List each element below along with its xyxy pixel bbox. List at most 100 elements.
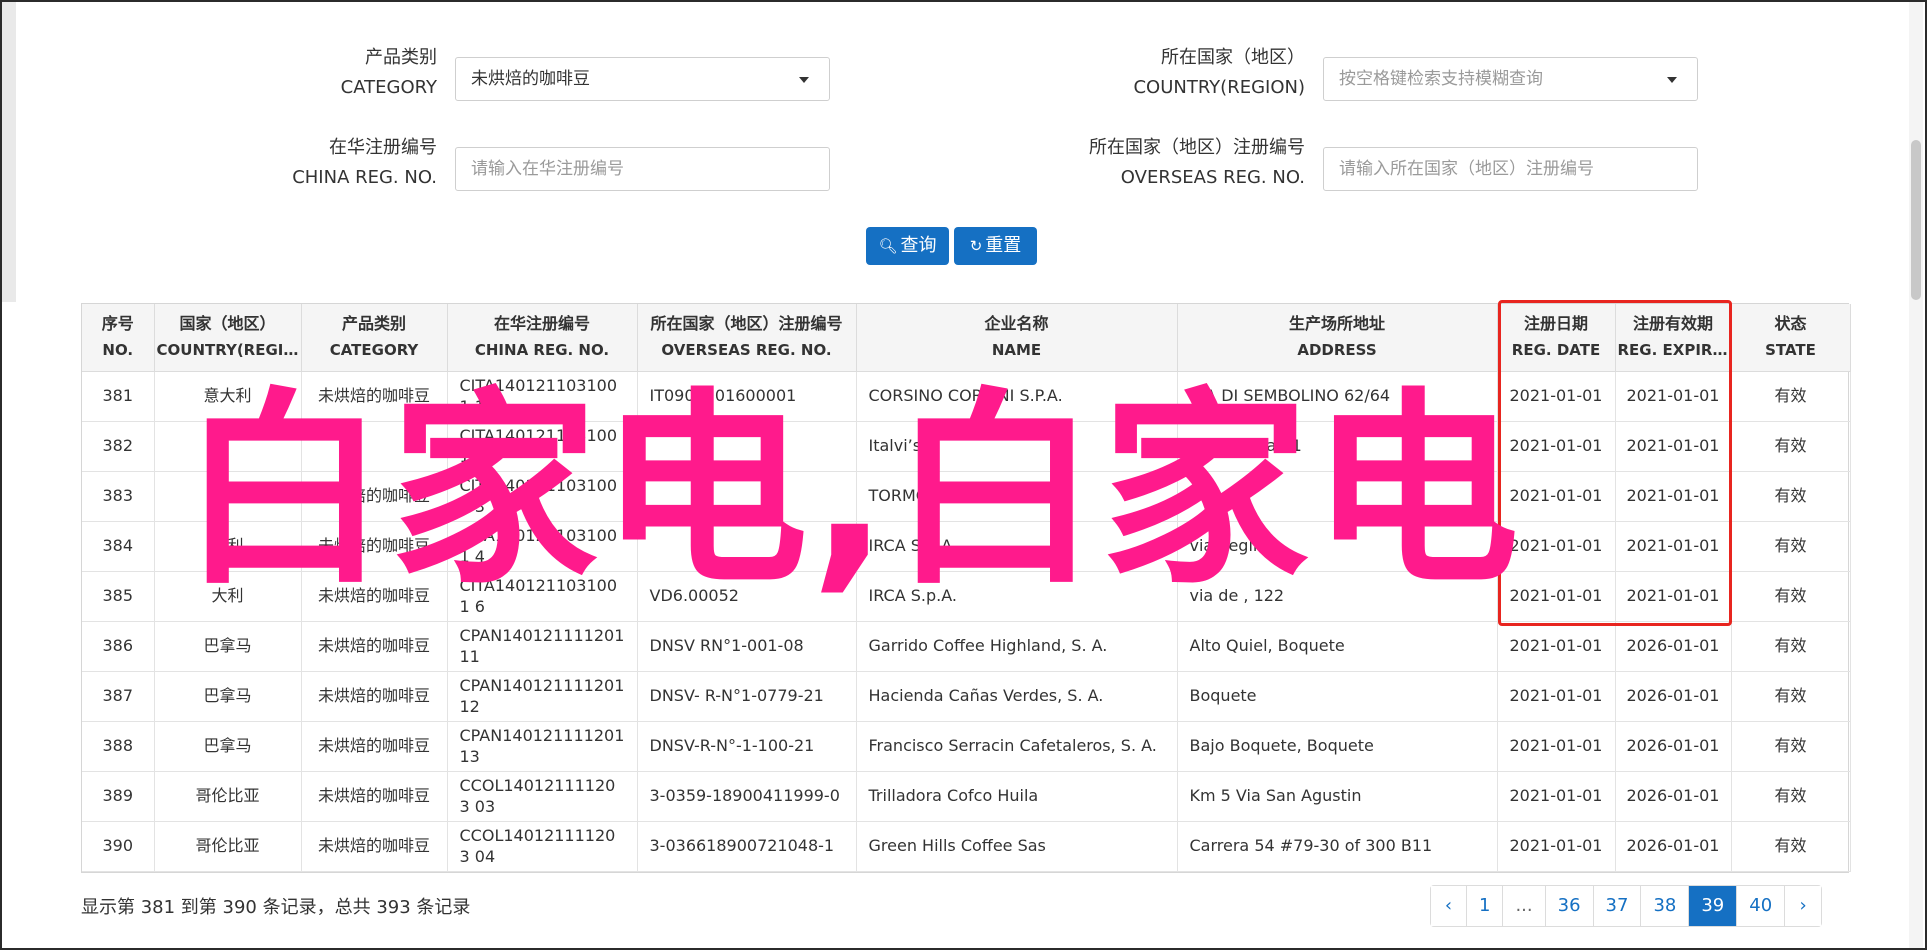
cell-state: 有效 <box>1731 371 1851 422</box>
cell-expire: 2021-01-01 <box>1615 471 1732 522</box>
cell-overseas-reg: DNSV-R-N°-1-100-21 <box>637 721 857 772</box>
country-select[interactable]: 按空格键检索支持模糊查询 <box>1323 57 1698 101</box>
cell-expire: 2026-01-01 <box>1615 771 1732 822</box>
cell-name: Hacienda Cañas Verdes, S. A. <box>856 671 1178 722</box>
prev-page-button[interactable]: ‹ <box>1431 886 1467 926</box>
column-header-category[interactable]: 产品类别 CATEGORY <box>301 304 448 372</box>
cell-overseas-reg: DNSV- R-N°1-0779-21 <box>637 671 857 722</box>
column-header-name[interactable]: 企业名称 NAME <box>856 304 1178 372</box>
page-1[interactable]: 1 <box>1467 886 1504 926</box>
cell-reg-date: 2021-01-01 <box>1497 671 1616 722</box>
cell-expire: 2026-01-01 <box>1615 821 1732 872</box>
cell-overseas-reg: DNSV RN°1-001-08 <box>637 621 857 672</box>
cell-expire: 2026-01-01 <box>1615 671 1732 722</box>
cell-category: 未烘焙的咖啡豆 <box>301 721 448 772</box>
cell-state: 有效 <box>1731 471 1851 522</box>
page-36[interactable]: 36 <box>1545 886 1594 926</box>
cell-no: 390 <box>82 821 155 872</box>
cell-country: 哥伦比亚 <box>154 821 302 872</box>
cell-name: Francisco Serracin Cafetaleros, S. A. <box>856 721 1178 772</box>
cell-category: 未烘焙的咖啡豆 <box>301 771 448 822</box>
cell-category: 未烘焙的咖啡豆 <box>301 621 448 672</box>
cell-reg-date: 2021-01-01 <box>1497 621 1616 672</box>
column-header-china-reg[interactable]: 在华注册编号 CHINA REG. NO. <box>447 304 638 372</box>
cell-state: 有效 <box>1731 421 1851 472</box>
cell-no: 385 <box>82 570 155 622</box>
pagination: ‹ 1... 36 37 38 39 40 › <box>1430 885 1823 927</box>
cell-address: Alto Quiel, Boquete <box>1177 621 1498 672</box>
cell-expire: 2021-01-01 <box>1615 570 1732 622</box>
cell-overseas-reg: 3-0359-18900411999-0 <box>637 771 857 822</box>
cell-no: 384 <box>82 521 155 572</box>
cell-china-reg: CPAN140121111201 13 <box>447 721 638 772</box>
category-label: 产品类别 CATEGORY <box>340 47 437 98</box>
cell-country: 巴拿马 <box>154 671 302 722</box>
country-label: 所在国家（地区） COUNTRY(REGION) <box>1133 47 1305 98</box>
table-row: 386 巴拿马 未烘焙的咖啡豆 CPAN140121111201 11 DNSV RN°… <box>82 621 1851 672</box>
column-header-overseas-reg[interactable]: 所在国家（地区）注册编号 OVERSEAS REG. NO. <box>637 304 857 372</box>
refresh-icon: ↻ <box>969 237 983 255</box>
column-header-country[interactable]: 国家（地区） COUNTRY(REGIO... <box>154 304 302 372</box>
cell-state: 有效 <box>1731 521 1851 572</box>
table-row: 388 巴拿马 未烘焙的咖啡豆 CPAN140121111201 13 DNSV-R-N… <box>82 721 1851 772</box>
cell-country: 巴拿马 <box>154 721 302 772</box>
cell-no: 383 <box>82 471 155 522</box>
watermark-text: 白家电,白家电 <box>180 371 1522 613</box>
column-header-state[interactable]: 状态 STATE <box>1731 304 1851 372</box>
table-row: 390 哥伦比亚 未烘焙的咖啡豆 CCOL140121111203 04 3-03661… <box>82 821 1851 872</box>
country-placeholder: 按空格键检索支持模糊查询 <box>1339 69 1543 89</box>
reset-button[interactable]: ↻ 重置 <box>954 227 1037 265</box>
cell-expire: 2021-01-01 <box>1615 521 1732 572</box>
cell-china-reg: CCOL140121111203 03 <box>447 771 638 822</box>
cell-no: 386 <box>82 621 155 672</box>
overseas-reg-placeholder: 请输入所在国家（地区）注册编号 <box>1339 159 1594 179</box>
category-select[interactable]: 未烘焙的咖啡豆 <box>455 57 830 101</box>
page-ellipsis: ... <box>1503 886 1546 926</box>
cell-china-reg: CPAN140121111201 11 <box>447 621 638 672</box>
category-value: 未烘焙的咖啡豆 <box>471 69 590 89</box>
column-header-address[interactable]: 生产场所地址 ADDRESS <box>1177 304 1498 372</box>
table-row: 389 哥伦比亚 未烘焙的咖啡豆 CCOL140121111203 03 3-0359-… <box>82 771 1851 822</box>
overseas-reg-input[interactable]: 请输入所在国家（地区）注册编号 <box>1323 147 1698 191</box>
cell-country: 哥伦比亚 <box>154 771 302 822</box>
cell-country: 巴拿马 <box>154 621 302 672</box>
cell-state: 有效 <box>1731 821 1851 872</box>
column-header-reg-date[interactable]: 注册日期 REG. DATE <box>1497 304 1616 372</box>
records-summary: 显示第 381 到第 390 条记录，总共 393 条记录 <box>81 897 471 918</box>
cell-no: 389 <box>82 771 155 822</box>
table-header-row: 序号 NO. 国家（地区） COUNTRY(REGIO... 产品类别 CATEGOR… <box>82 304 1851 372</box>
cell-state: 有效 <box>1731 621 1851 672</box>
cell-expire: 2026-01-01 <box>1615 621 1732 672</box>
column-header-no[interactable]: 序号 NO. <box>82 304 155 372</box>
search-button[interactable]: 🔍︎ 查询 <box>866 227 949 265</box>
cell-state: 有效 <box>1731 771 1851 822</box>
cell-no: 382 <box>82 421 155 472</box>
next-page-button[interactable]: › <box>1785 886 1822 926</box>
cell-category: 未烘焙的咖啡豆 <box>301 821 448 872</box>
table-row: 387 巴拿马 未烘焙的咖啡豆 CPAN140121111201 12 DNSV- R-… <box>82 671 1851 722</box>
column-header-reg-expire[interactable]: 注册有效期REG. EXPIRE ... <box>1615 304 1732 372</box>
page-40[interactable]: 40 <box>1737 886 1786 926</box>
cell-expire: 2021-01-01 <box>1615 421 1732 472</box>
page-37[interactable]: 37 <box>1593 886 1642 926</box>
page-38[interactable]: 38 <box>1641 886 1690 926</box>
cell-state: 有效 <box>1731 721 1851 772</box>
cell-state: 有效 <box>1731 671 1851 722</box>
chevron-down-icon <box>1667 77 1677 83</box>
china-reg-input[interactable]: 请输入在华注册编号 <box>455 147 830 191</box>
cell-reg-date: 2021-01-01 <box>1497 821 1616 872</box>
overseas-reg-label: 所在国家（地区）注册编号 OVERSEAS REG. NO. <box>1089 137 1305 188</box>
cell-overseas-reg: 3-036618900721048-1 <box>637 821 857 872</box>
cell-china-reg: CPAN140121111201 12 <box>447 671 638 722</box>
cell-no: 381 <box>82 371 155 422</box>
cell-state: 有效 <box>1731 570 1851 622</box>
chevron-down-icon <box>799 77 809 83</box>
cell-china-reg: CCOL140121111203 04 <box>447 821 638 872</box>
cell-name: Garrido Coffee Highland, S. A. <box>856 621 1178 672</box>
cell-reg-date: 2021-01-01 <box>1497 721 1616 772</box>
scrollbar-thumb[interactable] <box>1911 140 1921 300</box>
page-39[interactable]: 39 <box>1689 886 1738 926</box>
search-icon: 🔍︎ <box>878 237 898 255</box>
cell-expire: 2021-01-01 <box>1615 371 1732 422</box>
cell-no: 387 <box>82 671 155 722</box>
